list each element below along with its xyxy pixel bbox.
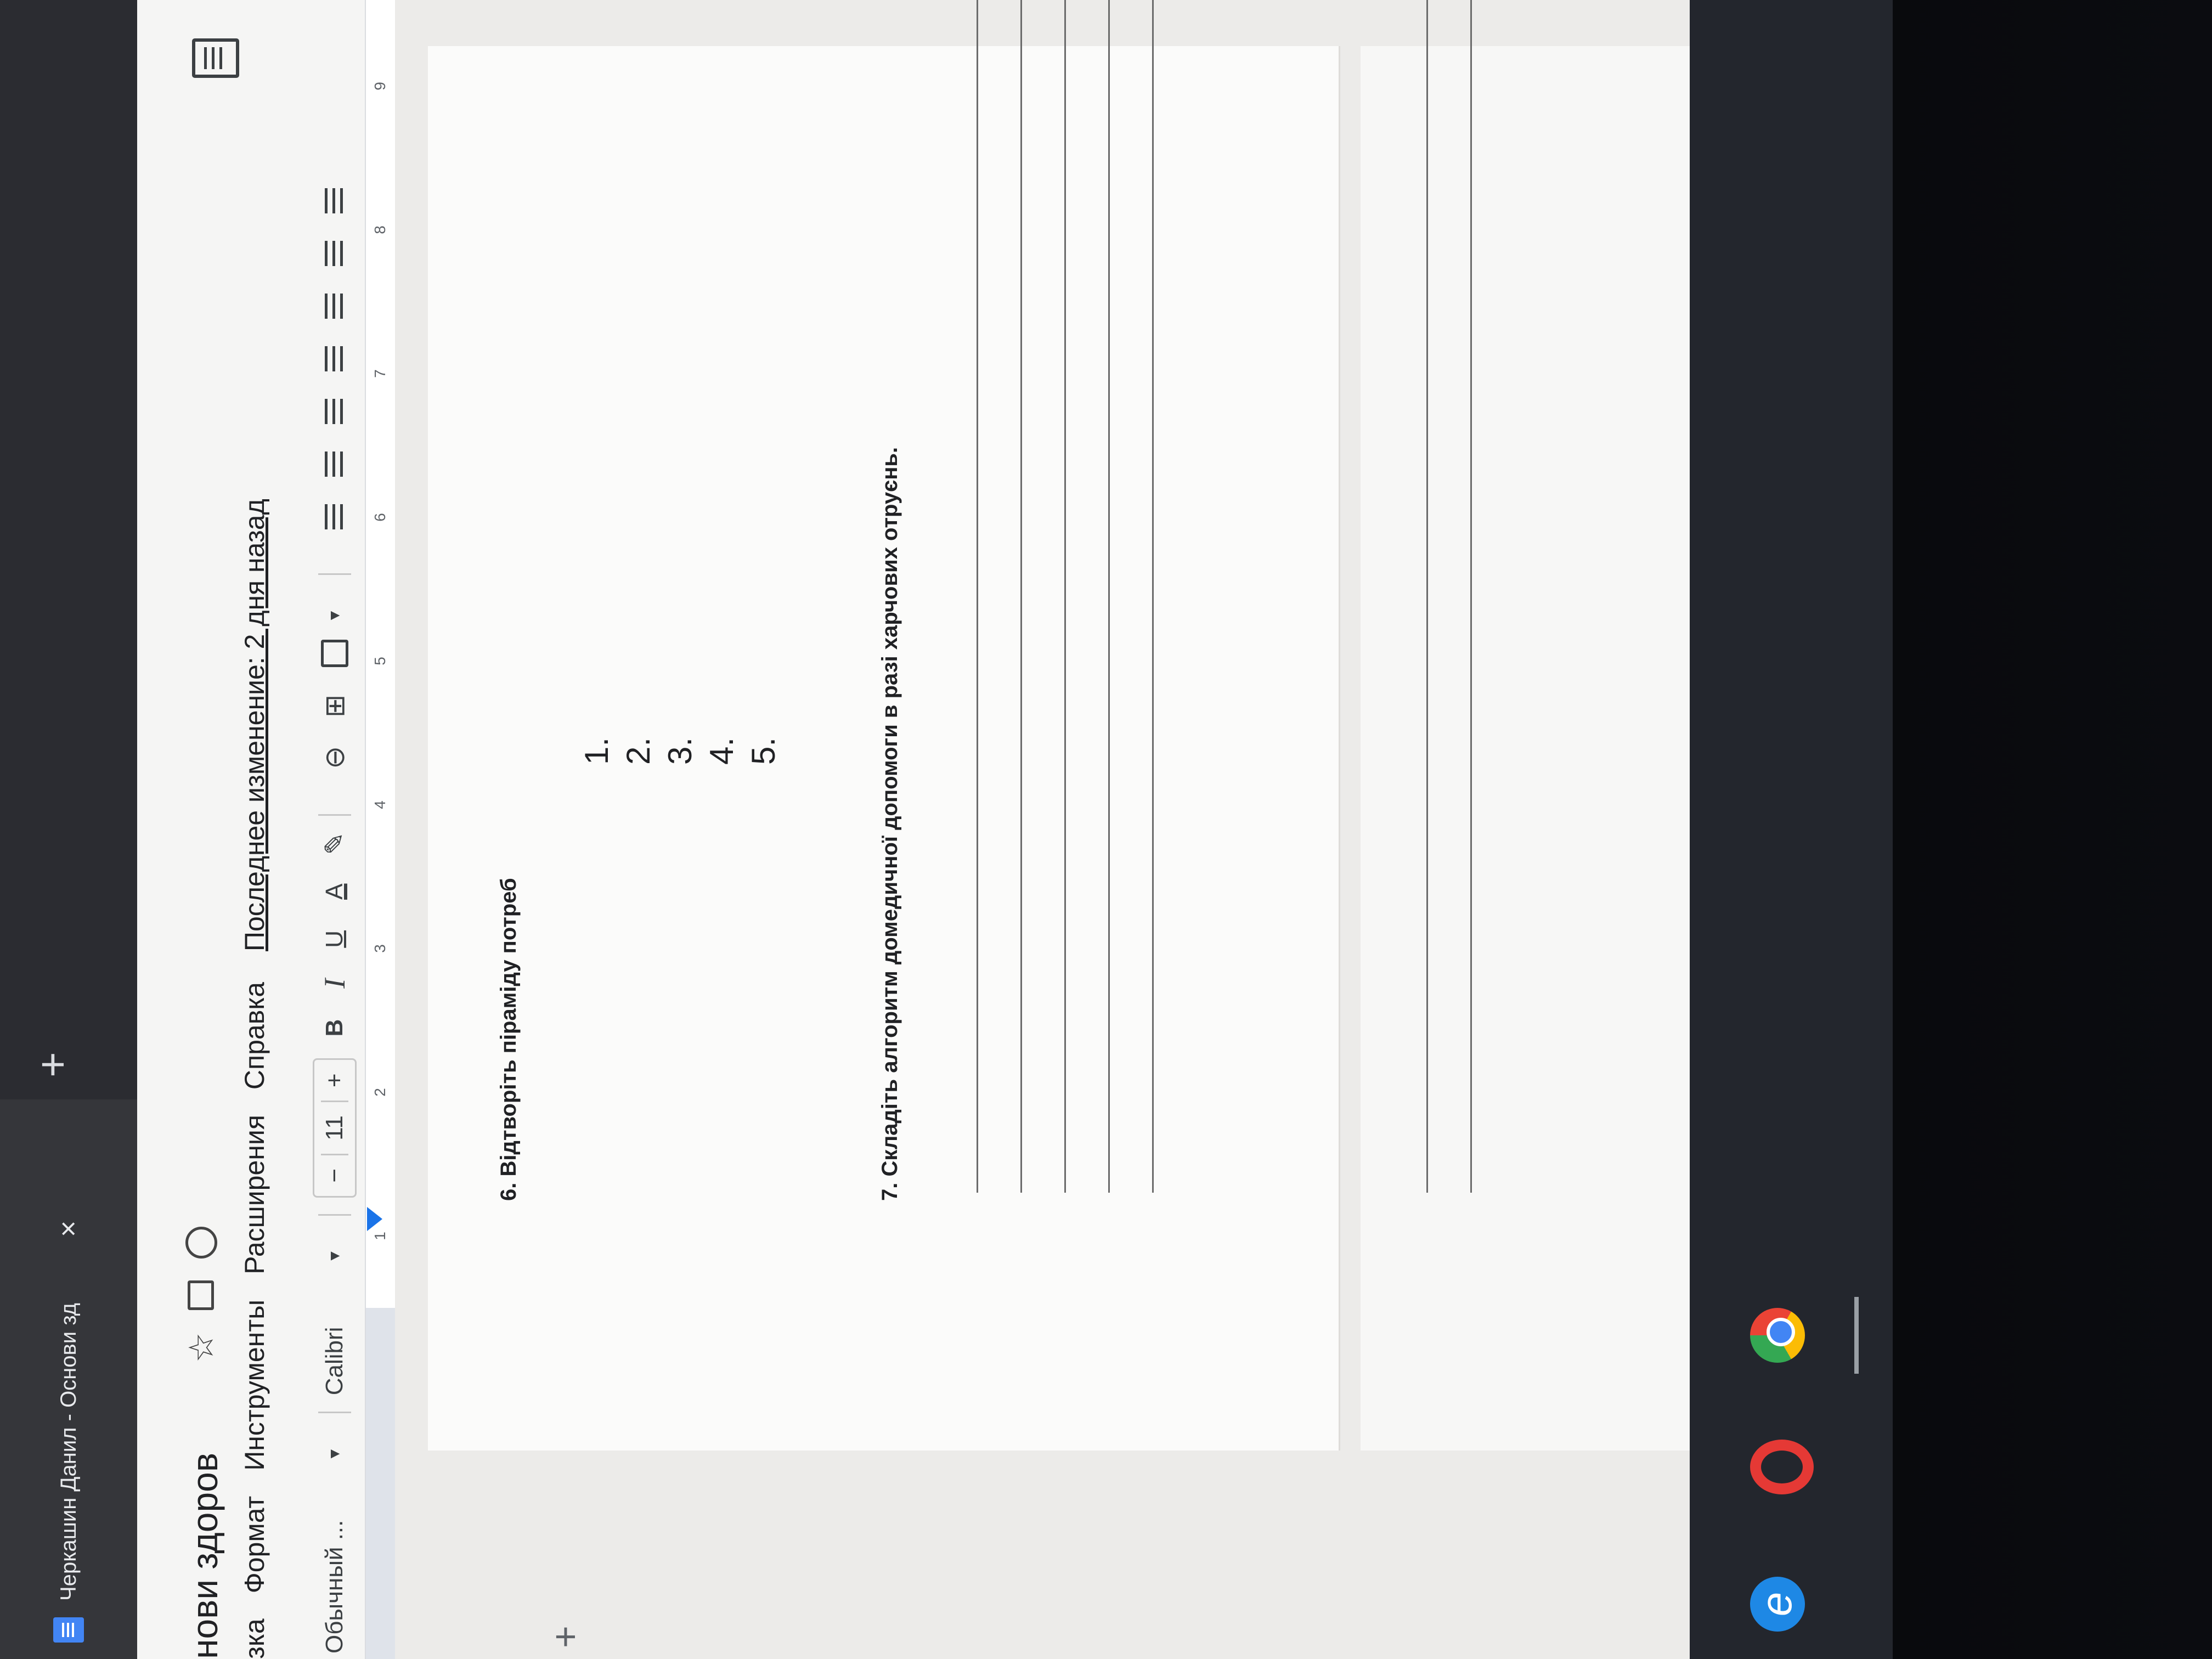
bold-button[interactable]: B — [321, 1019, 348, 1037]
new-tab-button[interactable]: + — [27, 1052, 78, 1077]
link-icon[interactable]: ⊖ — [319, 746, 351, 769]
document-page-2[interactable] — [1361, 0, 1745, 1451]
answer-line[interactable] — [1064, 0, 1066, 1193]
ruler-number: 6 — [371, 513, 388, 522]
outline-add-icon[interactable]: + — [543, 1626, 587, 1648]
font-size-control: − 11 + — [313, 1058, 357, 1198]
last-edit-link[interactable]: Последнее изменение: 2 дня назад — [239, 499, 270, 951]
ruler-number: 4 — [371, 800, 388, 809]
menu-item-insert[interactable]: зка — [239, 1618, 270, 1659]
question-7: 7. Складіть алгоритм домедичної допомоги… — [878, 447, 902, 1201]
question-6: 6. Відтворіть піраміду потреб — [496, 878, 521, 1201]
edge-icon[interactable]: e — [1750, 1577, 1805, 1632]
ruler-number: 2 — [371, 1088, 388, 1097]
cloud-status-icon[interactable] — [185, 1227, 217, 1259]
checklist-icon[interactable] — [325, 399, 345, 424]
answer-line[interactable] — [1470, 0, 1472, 1193]
list-item[interactable]: 3. — [659, 737, 701, 765]
list-item[interactable]: 2. — [618, 737, 659, 765]
menu-item-help[interactable]: Справка — [239, 982, 270, 1090]
list-item[interactable]: 4. — [701, 737, 743, 765]
font-family-select[interactable]: Calibri — [321, 1280, 348, 1396]
font-size-input[interactable]: 11 — [321, 1101, 348, 1155]
docs-sheet-icon[interactable] — [192, 38, 239, 78]
highlight-pen-icon[interactable]: ✎ — [319, 832, 351, 855]
chevron-down-icon[interactable]: ▼ — [326, 1446, 343, 1462]
text-color-button[interactable]: A — [321, 884, 348, 900]
increase-font-size-button[interactable]: + — [321, 1060, 348, 1101]
ruler-number: 8 — [371, 225, 388, 234]
document-page[interactable]: 6. Відтворіть піраміду потреб 1. 2. 3. 4… — [428, 0, 1340, 1451]
insert-image-icon[interactable] — [321, 639, 348, 667]
ruler-margin — [366, 1308, 396, 1659]
windows-taskbar: e — [1690, 0, 1893, 1659]
document-canvas[interactable]: + 6. Відтворіть піраміду потреб 1. 2. 3.… — [395, 0, 1893, 1659]
screen: Черкашин Данил - Основи зд × + нови здор… — [0, 0, 1893, 1659]
ruler-number: 1 — [371, 1232, 388, 1240]
ruler-number: 5 — [371, 657, 388, 665]
star-icon[interactable]: ☆ — [181, 1332, 221, 1363]
menu-item-extensions[interactable]: Расширения — [239, 1115, 270, 1274]
chrome-icon[interactable] — [1750, 1308, 1805, 1363]
toolbar-divider — [318, 573, 351, 575]
paragraph-style-select[interactable]: Обычный ... — [321, 1478, 348, 1659]
numbered-list-icon[interactable] — [325, 294, 345, 319]
answer-line[interactable] — [1108, 0, 1110, 1193]
menu-bar: зка Формат Инструменты Расширения Справк… — [239, 473, 270, 1659]
browser-tabstrip: Черкашин Данил - Основи зд × + — [0, 0, 137, 1659]
docs-favicon-icon — [53, 1617, 84, 1643]
menu-item-format[interactable]: Формат — [239, 1496, 270, 1594]
toolbar-divider — [318, 814, 351, 816]
chevron-down-icon[interactable]: ▼ — [326, 608, 343, 623]
ruler-number: 3 — [371, 944, 388, 953]
decrease-font-size-button[interactable]: − — [321, 1155, 348, 1196]
active-app-indicator — [1854, 1297, 1859, 1374]
toolbar-divider — [318, 1214, 351, 1216]
bulleted-list-icon[interactable] — [325, 346, 345, 371]
list-item[interactable]: 5. — [743, 737, 785, 765]
answer-line[interactable] — [1020, 0, 1022, 1193]
opera-icon[interactable] — [1750, 1440, 1814, 1494]
decrease-indent-icon[interactable] — [325, 241, 345, 266]
move-folder-icon[interactable] — [188, 1280, 214, 1311]
title-icons: ☆ — [181, 1227, 221, 1363]
ruler-number: 9 — [371, 82, 388, 91]
docs-header: нови здоров ☆ зка Формат Инструменты Рас… — [137, 0, 397, 1659]
add-comment-icon[interactable]: ⊞ — [319, 695, 351, 718]
horizontal-ruler[interactable]: 1 2 3 4 5 6 7 8 9 10 11 12 13 14 15 16 1… — [365, 0, 397, 1659]
increase-indent-icon[interactable] — [325, 188, 345, 213]
italic-button[interactable]: I — [318, 979, 352, 989]
menu-item-tools[interactable]: Инструменты — [239, 1300, 270, 1471]
line-spacing-icon[interactable] — [325, 452, 345, 477]
answer-line[interactable] — [977, 0, 978, 1193]
browser-tab[interactable]: Черкашин Данил - Основи зд × — [0, 1099, 137, 1659]
underline-button[interactable]: U — [321, 930, 348, 948]
ruler-numbers: 1 2 3 4 5 6 7 8 9 10 11 12 13 14 15 16 1… — [371, 0, 389, 1308]
list-item[interactable]: 1. — [576, 737, 618, 765]
tab-title: Черкашин Данил - Основи зд — [56, 1302, 81, 1601]
align-icon[interactable] — [325, 504, 345, 529]
answer-line[interactable] — [1152, 0, 1154, 1193]
close-tab-icon[interactable]: × — [52, 1221, 85, 1237]
ruler-number: 10 — [371, 0, 389, 14]
formatting-toolbar: Обычный ... ▼ Calibri ▼ − 11 + B I U A ✎… — [304, 0, 365, 1659]
document-title[interactable]: нови здоров — [184, 1453, 225, 1659]
chevron-down-icon[interactable]: ▼ — [326, 1249, 343, 1264]
answer-line[interactable] — [1426, 0, 1428, 1193]
numbered-list: 1. 2. 3. 4. 5. — [576, 737, 785, 765]
toolbar-divider — [318, 1412, 351, 1414]
ruler-number: 7 — [371, 369, 388, 378]
